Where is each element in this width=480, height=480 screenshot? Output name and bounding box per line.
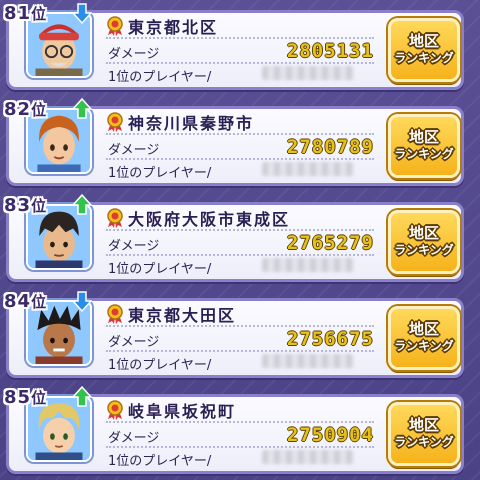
ranking-row: 81位 東京都北区 ダメージ 2805131 1位のプレイヤー/ 地区 ランキン… bbox=[0, 0, 480, 92]
top-player-name-blurred bbox=[262, 450, 354, 464]
area-ranking-button-line2: ランキング bbox=[394, 51, 454, 65]
top-player-name-blurred bbox=[262, 66, 354, 80]
area-ranking-button-line1: 地区 bbox=[408, 32, 439, 50]
top-player-name-blurred bbox=[262, 354, 354, 368]
area-name: 東京都大田区 bbox=[128, 306, 237, 325]
damage-score: 2756675 bbox=[286, 328, 374, 350]
medal-icon bbox=[107, 304, 123, 324]
top-player-name-blurred bbox=[262, 162, 354, 176]
ranking-row: 85位 岐阜県坂祝町 ダメージ 2750904 1位のプレイヤー/ 地区 ランキ… bbox=[0, 384, 480, 476]
rank-suffix: 位 bbox=[31, 389, 48, 407]
area-name: 大阪府大阪市東成区 bbox=[128, 210, 291, 229]
area-name: 東京都北区 bbox=[128, 18, 219, 37]
area-ranking-button-line2: ランキング bbox=[394, 147, 454, 161]
divider bbox=[106, 254, 374, 256]
damage-label: ダメージ bbox=[108, 239, 160, 254]
damage-score: 2750904 bbox=[286, 424, 374, 446]
divider bbox=[106, 133, 374, 135]
rank-number: 85 bbox=[4, 387, 32, 408]
medal-icon bbox=[107, 112, 123, 132]
rank-label: 81位 bbox=[4, 2, 47, 26]
damage-label: ダメージ bbox=[108, 335, 160, 350]
top-player-label: 1位のプレイヤー/ bbox=[108, 262, 212, 277]
rank-suffix: 位 bbox=[31, 101, 48, 119]
rank-number: 84 bbox=[4, 291, 32, 312]
rank-suffix: 位 bbox=[31, 197, 48, 215]
ranking-row: 82位 神奈川県秦野市 ダメージ 2780789 1位のプレイヤー/ 地区 ラン… bbox=[0, 96, 480, 188]
medal-icon bbox=[107, 16, 123, 36]
divider bbox=[106, 229, 374, 231]
rank-down-arrow-icon bbox=[72, 291, 92, 312]
area-ranking-button-line2: ランキング bbox=[394, 243, 454, 257]
top-player-label: 1位のプレイヤー/ bbox=[108, 70, 212, 85]
area-ranking-button[interactable]: 地区 ランキング bbox=[388, 306, 460, 370]
damage-score: 2780789 bbox=[286, 136, 374, 158]
ranking-row: 84位 東京都大田区 ダメージ 2756675 1位のプレイヤー/ 地区 ランキ… bbox=[0, 288, 480, 380]
divider bbox=[106, 421, 374, 423]
medal-icon bbox=[107, 208, 123, 228]
area-name: 神奈川県秦野市 bbox=[128, 114, 255, 133]
damage-label: ダメージ bbox=[108, 431, 160, 446]
divider bbox=[106, 37, 374, 39]
divider bbox=[106, 62, 374, 64]
top-player-label: 1位のプレイヤー/ bbox=[108, 454, 212, 469]
damage-score: 2765279 bbox=[286, 232, 374, 254]
divider bbox=[106, 446, 374, 448]
rank-label: 84位 bbox=[4, 290, 47, 314]
area-ranking-button-line1: 地区 bbox=[408, 224, 439, 242]
rank-suffix: 位 bbox=[31, 5, 48, 23]
rank-label: 82位 bbox=[4, 98, 47, 122]
area-ranking-button[interactable]: 地区 ランキング bbox=[388, 402, 460, 466]
area-ranking-button-line1: 地区 bbox=[408, 416, 439, 434]
area-ranking-button-line1: 地区 bbox=[408, 128, 439, 146]
rank-number: 82 bbox=[4, 99, 32, 120]
divider bbox=[106, 325, 374, 327]
ranking-list: 81位 東京都北区 ダメージ 2805131 1位のプレイヤー/ 地区 ランキン… bbox=[0, 0, 480, 480]
rank-down-arrow-icon bbox=[72, 3, 92, 24]
rank-label: 83位 bbox=[4, 194, 47, 218]
area-ranking-button[interactable]: 地区 ランキング bbox=[388, 210, 460, 274]
top-player-label: 1位のプレイヤー/ bbox=[108, 166, 212, 181]
rank-number: 83 bbox=[4, 195, 32, 216]
area-ranking-button-line2: ランキング bbox=[394, 435, 454, 449]
divider bbox=[106, 158, 374, 160]
rank-suffix: 位 bbox=[31, 293, 48, 311]
medal-icon bbox=[107, 400, 123, 420]
area-ranking-button[interactable]: 地区 ランキング bbox=[388, 18, 460, 82]
area-ranking-button[interactable]: 地区 ランキング bbox=[388, 114, 460, 178]
rank-up-arrow-icon bbox=[72, 386, 92, 407]
area-ranking-button-line2: ランキング bbox=[394, 339, 454, 353]
rank-label: 85位 bbox=[4, 386, 47, 410]
ranking-row: 83位 大阪府大阪市東成区 ダメージ 2765279 1位のプレイヤー/ 地区 … bbox=[0, 192, 480, 284]
divider bbox=[106, 350, 374, 352]
top-player-label: 1位のプレイヤー/ bbox=[108, 358, 212, 373]
area-ranking-button-line1: 地区 bbox=[408, 320, 439, 338]
top-player-name-blurred bbox=[262, 258, 354, 272]
damage-score: 2805131 bbox=[286, 40, 374, 62]
damage-label: ダメージ bbox=[108, 143, 160, 158]
rank-up-arrow-icon bbox=[72, 194, 92, 215]
area-name: 岐阜県坂祝町 bbox=[128, 402, 237, 421]
rank-up-arrow-icon bbox=[72, 98, 92, 119]
damage-label: ダメージ bbox=[108, 47, 160, 62]
rank-number: 81 bbox=[4, 3, 32, 24]
